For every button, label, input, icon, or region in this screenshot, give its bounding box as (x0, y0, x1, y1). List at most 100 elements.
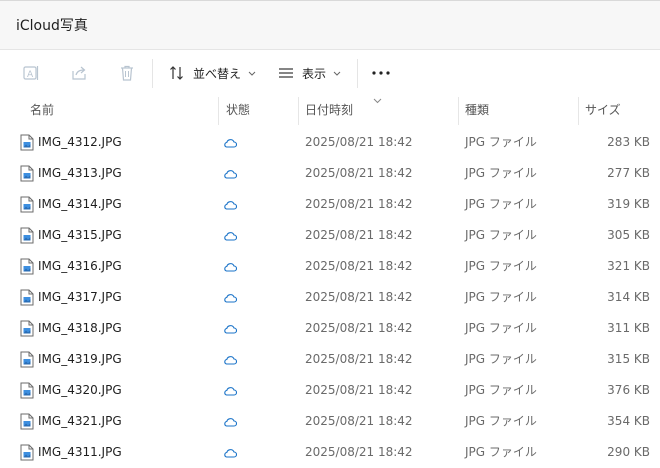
file-size: 376 KB (607, 383, 650, 397)
command-bar: A 並べ替え 表示 (0, 50, 660, 97)
file-row[interactable]: IMG_4321.JPG 2025/08/21 18:42 JPG ファイル 3… (0, 406, 660, 437)
file-type: JPG ファイル (465, 321, 537, 335)
cloud-icon (224, 418, 237, 427)
image-file-icon (20, 320, 34, 337)
image-file-icon (20, 196, 34, 213)
column-header-status[interactable]: 状態 (226, 97, 250, 125)
file-name: IMG_4321.JPG (38, 414, 122, 428)
file-name: IMG_4316.JPG (38, 259, 122, 273)
chevron-down-icon (333, 71, 341, 76)
cloud-icon (224, 294, 237, 303)
image-file-icon (20, 134, 34, 151)
view-label: 表示 (302, 66, 327, 81)
column-divider[interactable] (298, 97, 299, 125)
file-row[interactable]: IMG_4315.JPG 2025/08/21 18:42 JPG ファイル 3… (0, 220, 660, 251)
file-type: JPG ファイル (465, 445, 537, 459)
file-row[interactable]: IMG_4317.JPG 2025/08/21 18:42 JPG ファイル 3… (0, 282, 660, 313)
sort-descending-icon (373, 98, 382, 104)
file-date: 2025/08/21 18:42 (305, 445, 413, 459)
file-type: JPG ファイル (465, 290, 537, 304)
file-size: 283 KB (607, 135, 650, 149)
file-date: 2025/08/21 18:42 (305, 228, 413, 242)
file-date: 2025/08/21 18:42 (305, 166, 413, 180)
column-divider[interactable] (578, 97, 579, 125)
file-size: 305 KB (607, 228, 650, 242)
file-type: JPG ファイル (465, 259, 537, 273)
file-row[interactable]: IMG_4319.JPG 2025/08/21 18:42 JPG ファイル 3… (0, 344, 660, 375)
file-date: 2025/08/21 18:42 (305, 414, 413, 428)
file-size: 319 KB (607, 197, 650, 211)
file-row[interactable]: IMG_4313.JPG 2025/08/21 18:42 JPG ファイル 2… (0, 158, 660, 189)
toolbar-separator (357, 59, 358, 88)
file-size: 311 KB (607, 321, 650, 335)
file-name: IMG_4315.JPG (38, 228, 122, 242)
column-header-date[interactable]: 日付時刻 (305, 97, 353, 125)
file-type: JPG ファイル (465, 383, 537, 397)
file-name: IMG_4319.JPG (38, 352, 122, 366)
file-name: IMG_4312.JPG (38, 135, 122, 149)
folder-title: iCloud写真 (16, 18, 88, 34)
cloud-icon (224, 201, 237, 210)
file-date: 2025/08/21 18:42 (305, 352, 413, 366)
image-file-icon (20, 444, 34, 461)
share-icon[interactable] (68, 62, 90, 84)
file-name: IMG_4313.JPG (38, 166, 122, 180)
image-file-icon (20, 351, 34, 368)
rename-icon[interactable]: A (20, 62, 42, 84)
column-header-type[interactable]: 種類 (465, 97, 489, 125)
column-divider[interactable] (458, 97, 459, 125)
file-size: 315 KB (607, 352, 650, 366)
cloud-icon (224, 356, 237, 365)
sort-label: 並べ替え (193, 66, 242, 81)
file-row[interactable]: IMG_4311.JPG 2025/08/21 18:42 JPG ファイル 2… (0, 437, 660, 468)
file-type: JPG ファイル (465, 414, 537, 428)
image-file-icon (20, 165, 34, 182)
sort-arrows-icon (170, 66, 183, 80)
file-size: 321 KB (607, 259, 650, 273)
file-date: 2025/08/21 18:42 (305, 383, 413, 397)
cloud-icon (224, 325, 237, 334)
file-type: JPG ファイル (465, 166, 537, 180)
more-options-icon[interactable] (370, 62, 392, 84)
file-type: JPG ファイル (465, 352, 537, 366)
chevron-down-icon (248, 71, 256, 76)
file-date: 2025/08/21 18:42 (305, 290, 413, 304)
column-header-size[interactable]: サイズ (585, 97, 621, 125)
file-row[interactable]: IMG_4314.JPG 2025/08/21 18:42 JPG ファイル 3… (0, 189, 660, 220)
file-date: 2025/08/21 18:42 (305, 321, 413, 335)
file-type: JPG ファイル (465, 197, 537, 211)
view-button[interactable]: 表示 (278, 60, 349, 86)
svg-text:A: A (27, 70, 34, 80)
cloud-icon (224, 232, 237, 241)
cloud-icon (224, 263, 237, 272)
file-size: 354 KB (607, 414, 650, 428)
cloud-icon (224, 449, 237, 458)
file-size: 277 KB (607, 166, 650, 180)
file-name: IMG_4314.JPG (38, 197, 122, 211)
image-file-icon (20, 382, 34, 399)
image-file-icon (20, 227, 34, 244)
file-date: 2025/08/21 18:42 (305, 259, 413, 273)
file-name: IMG_4311.JPG (38, 445, 122, 459)
list-view-icon (279, 68, 293, 78)
file-name: IMG_4317.JPG (38, 290, 122, 304)
column-divider[interactable] (218, 97, 219, 125)
file-row[interactable]: IMG_4316.JPG 2025/08/21 18:42 JPG ファイル 3… (0, 251, 660, 282)
cloud-icon (224, 387, 237, 396)
column-header-row: 名前 状態 日付時刻 種類 サイズ (0, 97, 660, 125)
toolbar-separator (152, 59, 153, 88)
file-name: IMG_4320.JPG (38, 383, 122, 397)
file-type: JPG ファイル (465, 135, 537, 149)
column-header-name[interactable]: 名前 (30, 97, 54, 125)
image-file-icon (20, 258, 34, 275)
image-file-icon (20, 413, 34, 430)
delete-icon[interactable] (116, 62, 138, 84)
file-row[interactable]: IMG_4318.JPG 2025/08/21 18:42 JPG ファイル 3… (0, 313, 660, 344)
image-file-icon (20, 289, 34, 306)
sort-button[interactable]: 並べ替え (169, 60, 264, 86)
file-row[interactable]: IMG_4312.JPG 2025/08/21 18:42 JPG ファイル 2… (0, 127, 660, 158)
cloud-icon (224, 170, 237, 179)
file-row[interactable]: IMG_4320.JPG 2025/08/21 18:42 JPG ファイル 3… (0, 375, 660, 406)
title-bar: iCloud写真 (0, 1, 660, 50)
file-name: IMG_4318.JPG (38, 321, 122, 335)
